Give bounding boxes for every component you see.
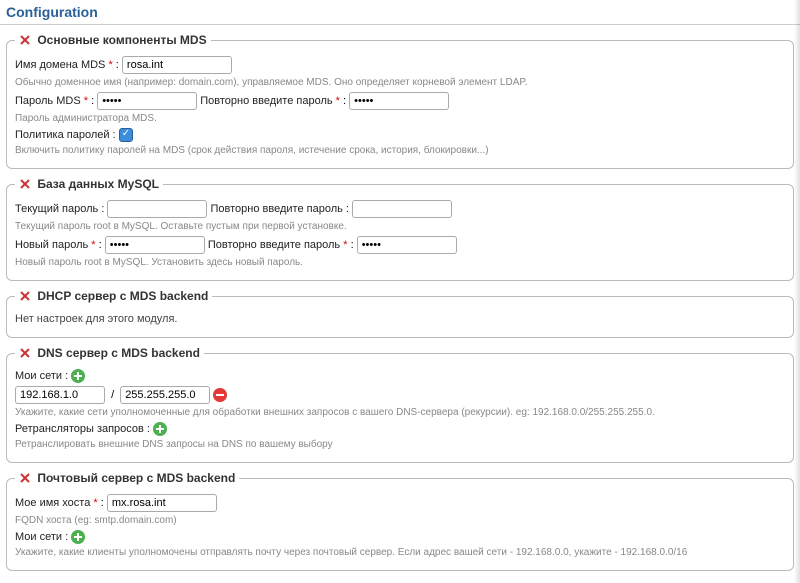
colon: :	[116, 59, 119, 71]
cur-password-repeat-label: Повторно введите пароль :	[211, 203, 349, 215]
colon: :	[91, 95, 94, 107]
required-mark: *	[91, 239, 95, 251]
dns-fwd-hint: Ретранслировать внешние DNS запросы на D…	[15, 439, 785, 450]
close-icon[interactable]	[19, 290, 31, 302]
net-mask-input[interactable]	[120, 386, 210, 404]
slash: /	[111, 389, 114, 401]
mds-core-legend: Основные компоненты MDS	[15, 33, 211, 47]
domain-input[interactable]	[122, 56, 232, 74]
required-mark: *	[93, 497, 97, 509]
new-password-input[interactable]	[105, 236, 205, 254]
cur-password-hint: Текущий пароль root в MySQL. Оставьте пу…	[15, 221, 785, 232]
cur-password-repeat-input[interactable]	[352, 200, 452, 218]
dns-nets-label: Мои сети :	[15, 370, 68, 382]
mail-section: Почтовый сервер с MDS backend Мое имя хо…	[6, 471, 794, 571]
colon: :	[99, 239, 102, 251]
add-icon[interactable]	[153, 422, 167, 436]
domain-label: Имя домена MDS	[15, 59, 105, 71]
required-mark: *	[84, 95, 88, 107]
required-mark: *	[108, 59, 112, 71]
colon: :	[351, 239, 354, 251]
policy-label: Политика паролей :	[15, 129, 116, 141]
new-password-hint: Новый пароль root в MySQL. Установить зд…	[15, 257, 785, 268]
password-repeat-label: Повторно введите пароль	[200, 95, 332, 107]
dhcp-legend: DHCP сервер с MDS backend	[15, 289, 212, 303]
dns-legend: DNS сервер с MDS backend	[15, 346, 204, 360]
mail-legend-text: Почтовый сервер с MDS backend	[37, 471, 235, 485]
dhcp-no-settings: Нет настроек для этого модуля.	[15, 309, 785, 329]
mail-legend: Почтовый сервер с MDS backend	[15, 471, 239, 485]
host-input[interactable]	[107, 494, 217, 512]
cur-password-input[interactable]	[107, 200, 207, 218]
dhcp-legend-text: DHCP сервер с MDS backend	[37, 289, 208, 303]
new-password-repeat-label: Повторно введите пароль	[208, 239, 340, 251]
close-icon[interactable]	[19, 472, 31, 484]
delete-icon[interactable]	[213, 388, 227, 402]
host-hint: FQDN хоста (eg: smtp.domain.com)	[15, 515, 785, 526]
dhcp-section: DHCP сервер с MDS backend Нет настроек д…	[6, 289, 794, 338]
colon: :	[101, 497, 104, 509]
password-input[interactable]	[97, 92, 197, 110]
dns-section: DNS сервер с MDS backend Мои сети : / Ук…	[6, 346, 794, 463]
close-icon[interactable]	[19, 178, 31, 190]
mds-core-legend-text: Основные компоненты MDS	[37, 33, 206, 47]
dns-nets-hint: Укажите, какие сети уполномоченные для о…	[15, 407, 785, 418]
admin-password-hint: Пароль администратора MDS.	[15, 113, 785, 124]
close-icon[interactable]	[19, 34, 31, 46]
new-password-repeat-input[interactable]	[357, 236, 457, 254]
dns-fwd-label: Ретрансляторы запросов :	[15, 423, 150, 435]
policy-checkbox[interactable]	[119, 128, 133, 142]
add-icon[interactable]	[71, 369, 85, 383]
net-ip-input[interactable]	[15, 386, 105, 404]
page-title: Configuration	[0, 0, 800, 25]
close-icon[interactable]	[19, 347, 31, 359]
colon: :	[343, 95, 346, 107]
new-password-label: Новый пароль	[15, 239, 88, 251]
password-repeat-input[interactable]	[349, 92, 449, 110]
mysql-legend: База данных MySQL	[15, 177, 163, 191]
domain-hint: Обычно доменное имя (например: domain.co…	[15, 77, 785, 88]
mysql-section: База данных MySQL Текущий пароль : Повто…	[6, 177, 794, 281]
host-label: Мое имя хоста	[15, 497, 90, 509]
mds-core-section: Основные компоненты MDS Имя домена MDS *…	[6, 33, 794, 169]
add-icon[interactable]	[71, 530, 85, 544]
password-label: Пароль MDS	[15, 95, 81, 107]
cur-password-label: Текущий пароль :	[15, 203, 104, 215]
dns-legend-text: DNS сервер с MDS backend	[37, 346, 200, 360]
mysql-legend-text: База данных MySQL	[37, 177, 159, 191]
mail-nets-hint: Укажите, какие клиенты уполномочены отпр…	[15, 547, 785, 558]
required-mark: *	[336, 95, 340, 107]
mail-nets-label: Мои сети :	[15, 531, 68, 543]
policy-hint: Включить политику паролей на MDS (срок д…	[15, 145, 785, 156]
required-mark: *	[343, 239, 347, 251]
